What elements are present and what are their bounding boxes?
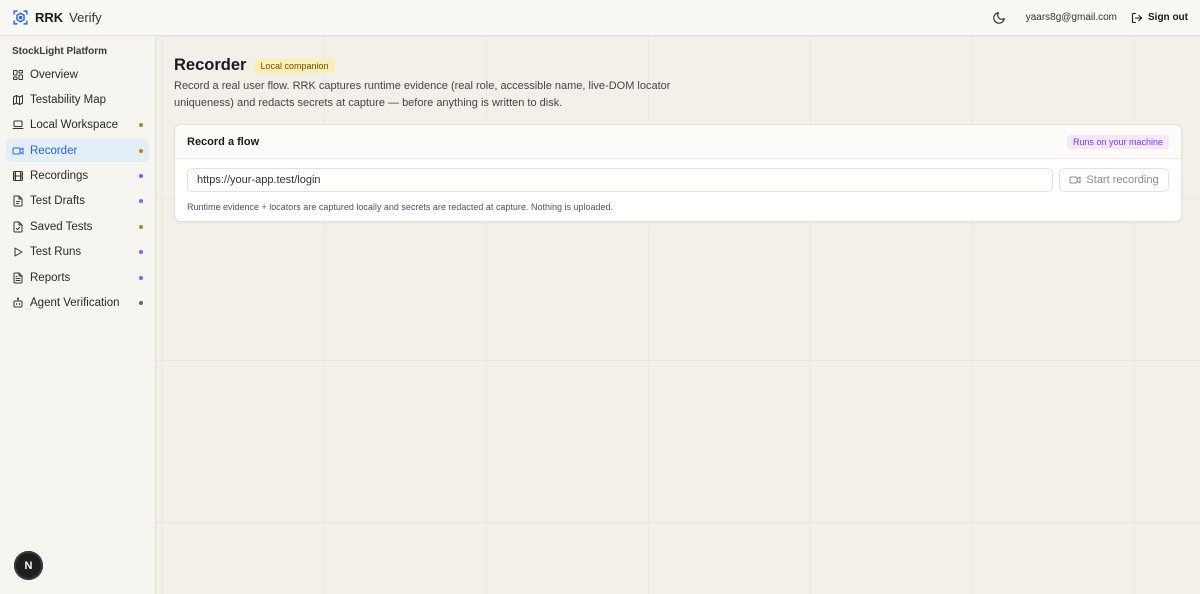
sidebar-group-label: StockLight Platform	[12, 46, 108, 57]
bot-icon	[12, 297, 24, 309]
start-recording-button[interactable]: Start recording	[1059, 168, 1169, 192]
start-recording-label: Start recording	[1086, 174, 1159, 186]
scan-target-icon	[12, 9, 29, 26]
sidebar-item-label: Reports	[30, 271, 71, 284]
status-dot	[139, 123, 143, 128]
file-check-icon	[12, 221, 24, 233]
sidebar-item-label: Overview	[30, 68, 78, 81]
sidebar-item-local-workspace[interactable]: Local Workspace	[6, 114, 149, 137]
video-camera-icon	[1069, 174, 1081, 186]
laptop-icon	[12, 119, 24, 131]
sidebar-item-label: Test Drafts	[30, 195, 85, 208]
sidebar-item-label: Recorder	[30, 144, 78, 157]
runs-on-machine-badge: Runs on your machine	[1066, 134, 1169, 149]
sidebar-item-label: Local Workspace	[30, 119, 118, 132]
sidebar-item-label: Recordings	[30, 170, 89, 183]
sidebar-item-label: Saved Tests	[30, 220, 93, 233]
sidebar-item-overview[interactable]: Overview	[6, 63, 149, 86]
status-dot	[139, 275, 143, 280]
brand-name-bold: RRK	[35, 10, 64, 25]
card-header: Record a flow Runs on your machine	[175, 125, 1181, 159]
status-dot	[139, 148, 143, 153]
status-dot	[139, 199, 143, 204]
top-bar: RRK Verify yaars8g@gmail.com Sign out	[0, 0, 1200, 36]
sidebar-item-reports[interactable]: Reports	[6, 266, 149, 289]
dashboard-grid-icon	[12, 69, 24, 81]
card-title: Record a flow	[187, 135, 260, 148]
status-dot	[139, 174, 143, 179]
card-note: Runtime evidence + locators are captured…	[187, 202, 613, 212]
url-input[interactable]	[187, 168, 1053, 192]
sidebar-item-test-runs[interactable]: Test Runs	[6, 241, 149, 264]
page-description: Record a real user flow. RRK captures ru…	[174, 80, 671, 109]
title-row: Recorder Local companion	[174, 56, 335, 75]
sign-out-button[interactable]: Sign out	[1131, 12, 1188, 24]
status-dot	[139, 250, 143, 255]
sidebar-nav: Overview Testability Map Local Workspace Re…	[6, 63, 149, 315]
log-out-icon	[1131, 12, 1143, 24]
top-right-controls: yaars8g@gmail.com Sign out	[992, 11, 1188, 25]
sidebar-item-label: Agent Verification	[30, 297, 120, 310]
record-flow-card: Record a flow Runs on your machine Start…	[174, 124, 1182, 222]
user-email: yaars8g@gmail.com	[1025, 12, 1117, 23]
file-text-icon	[12, 272, 24, 284]
file-draft-icon	[12, 195, 24, 207]
video-camera-icon	[12, 145, 24, 157]
sign-out-label: Sign out	[1148, 12, 1188, 23]
sidebar-item-testability-map[interactable]: Testability Map	[6, 88, 149, 111]
avatar[interactable]: N	[14, 551, 43, 580]
status-dot	[139, 224, 143, 229]
page-title: Recorder	[174, 56, 247, 74]
moon-icon[interactable]	[992, 11, 1006, 25]
sidebar-item-label: Test Runs	[30, 246, 82, 259]
sidebar-item-recordings[interactable]: Recordings	[6, 165, 149, 188]
play-icon	[12, 246, 24, 258]
main-content: Recorder Local companion Record a real u…	[156, 36, 1200, 594]
brand-name-rest: Verify	[69, 10, 102, 25]
sidebar-item-test-drafts[interactable]: Test Drafts	[6, 190, 149, 213]
local-companion-badge: Local companion	[254, 58, 335, 73]
sidebar-item-saved-tests[interactable]: Saved Tests	[6, 215, 149, 238]
status-dot	[139, 301, 143, 306]
sidebar: StockLight Platform Overview Testability …	[0, 36, 156, 594]
sidebar-item-agent-verification[interactable]: Agent Verification	[6, 292, 149, 315]
sidebar-item-label: Testability Map	[30, 93, 107, 106]
film-icon	[12, 170, 24, 182]
map-icon	[12, 94, 24, 106]
sidebar-item-recorder[interactable]: Recorder	[6, 139, 149, 163]
brand[interactable]: RRK Verify	[12, 9, 102, 26]
